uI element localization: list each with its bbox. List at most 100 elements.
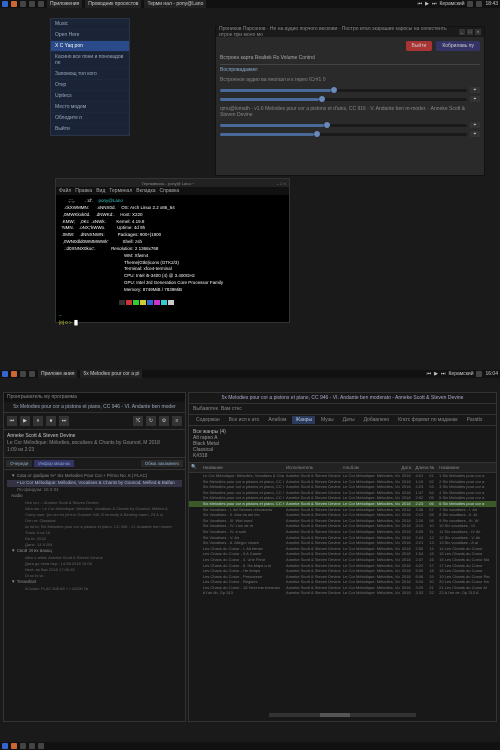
close-icon[interactable]: × — [284, 181, 286, 186]
tab-queue[interactable]: Очереди — [6, 460, 32, 467]
maximize-icon[interactable]: □ — [280, 181, 282, 186]
equalizer-icon[interactable]: ≡ — [172, 416, 182, 426]
app-icon[interactable] — [20, 743, 26, 749]
col-num[interactable]: № — [427, 464, 437, 471]
app-icon[interactable] — [20, 371, 26, 377]
app-icon[interactable] — [29, 743, 35, 749]
menu-item[interactable]: Open Here — [51, 30, 129, 41]
app-icon[interactable] — [11, 743, 17, 749]
tab-content[interactable]: Содержан — [193, 416, 223, 424]
app-icon[interactable] — [29, 371, 35, 377]
tab-format[interactable]: Кгатс формат по маданак — [395, 416, 460, 424]
app-icon[interactable] — [11, 1, 17, 7]
menu-view[interactable]: Вид — [96, 188, 105, 194]
filter-item[interactable]: K#318 — [193, 453, 492, 459]
tab-albums[interactable]: Алабом — [265, 416, 289, 424]
toolbar-lib[interactable]: Выбавотек — [193, 406, 218, 412]
titlebar[interactable]: Проигрыватель му программа — [4, 393, 185, 402]
search-icon[interactable]: 🔍 — [191, 464, 201, 471]
tab-dates[interactable]: Даты — [340, 416, 358, 424]
tray-icon[interactable] — [467, 1, 473, 7]
start-icon[interactable] — [2, 743, 8, 749]
tab-info[interactable]: Инфор машнок — [34, 460, 74, 467]
menu-item[interactable]: Место модом — [51, 102, 129, 113]
clock[interactable]: 18:43 — [485, 1, 498, 7]
lock-icon[interactable]: ⏷ — [470, 96, 480, 102]
exit-button[interactable]: Выйти — [406, 41, 433, 51]
volume-slider-app-l[interactable] — [220, 124, 467, 127]
col-length[interactable]: Длина — [413, 464, 427, 471]
tree-section[interactable]: ▼ Свой Этих вающ — [7, 548, 182, 555]
tray-icon[interactable] — [476, 371, 482, 377]
volume-slider-l[interactable] — [220, 89, 467, 92]
media-play-icon[interactable]: ▶ — [434, 371, 438, 377]
info-tree[interactable]: ▼ Cata от фабрик %* Six Melodies Pour Co… — [4, 470, 185, 595]
app-icon[interactable] — [38, 1, 44, 7]
app-icon[interactable] — [38, 743, 44, 749]
volume-slider-r[interactable] — [220, 98, 467, 101]
minimize-icon[interactable]: _ — [459, 29, 465, 35]
minimize-icon[interactable]: – — [277, 181, 279, 186]
titlebar[interactable]: Тернжввосы - pony@ Lano:~ – □ × — [56, 179, 289, 187]
media-next-icon[interactable]: ⏭ — [441, 371, 446, 377]
horizontal-scrollbar[interactable] — [269, 713, 416, 717]
toolbar-extras[interactable]: Вам стес — [221, 406, 242, 412]
stop-button[interactable]: ⏹ — [46, 416, 56, 426]
start-icon[interactable] — [2, 1, 8, 7]
menu-item-active[interactable]: X C Yaq pon — [51, 41, 129, 52]
tab-ratings[interactable]: Paratts — [464, 416, 486, 424]
menu-tabs[interactable]: Вкладка — [136, 188, 155, 194]
play-button[interactable]: ▶ — [20, 416, 30, 426]
volume-slider-app-r[interactable] — [220, 133, 467, 136]
search-button[interactable]: Обма эакакимез — [141, 460, 183, 467]
tray-label[interactable]: Керамский — [440, 1, 465, 7]
taskbar-tab[interactable]: Проводник просестов — [85, 0, 141, 8]
tree-album[interactable]: • Le Cor Mélodique: Mélodies, Vocalises … — [7, 480, 182, 487]
next-button[interactable]: ⏭ — [59, 416, 69, 426]
menu-item[interactable]: Upitecs — [51, 91, 129, 102]
menu-help[interactable]: Справка — [160, 188, 180, 194]
menu-item[interactable]: Выйти — [51, 124, 129, 135]
col-artist[interactable]: Исполнитель — [284, 464, 341, 471]
taskbar-tab[interactable]: Приложения — [47, 0, 82, 8]
col-album[interactable]: Альбом — [341, 464, 400, 471]
media-next-icon[interactable]: ⏭ — [432, 1, 437, 7]
taskbar-tab[interactable]: Приложе ания — [38, 370, 77, 378]
prev-button[interactable]: ⏮ — [7, 416, 17, 426]
lock-icon[interactable]: ⏷ — [470, 131, 480, 137]
col-year[interactable]: Дата — [399, 464, 413, 471]
media-prev-icon[interactable]: ⏮ — [418, 1, 423, 7]
media-play-icon[interactable]: ▶ — [425, 1, 429, 7]
menu-item[interactable]: Облодите п — [51, 113, 129, 124]
app-icon[interactable] — [20, 1, 26, 7]
repeat-icon[interactable]: ↻ — [146, 416, 156, 426]
col-title2[interactable]: Название — [437, 464, 494, 471]
clock[interactable]: 16:04 — [485, 371, 498, 377]
tree-root[interactable]: ▼ Cata от фабрик %* Six Melodies Pour Co… — [7, 473, 182, 480]
app-icon[interactable] — [29, 1, 35, 7]
pause-button[interactable]: ⏸ — [33, 416, 43, 426]
app-icon[interactable] — [11, 371, 17, 377]
col-title[interactable]: Название — [201, 464, 284, 471]
mute-icon[interactable]: ⏷ — [470, 87, 480, 93]
taskbar-tab[interactable]: 5х Melodies pour cor a pi — [80, 370, 142, 378]
maximize-icon[interactable]: □ — [467, 29, 473, 35]
table-row[interactable]: A l'air lib, Op 313Anneke Scott & Steven… — [189, 590, 496, 596]
close-icon[interactable]: × — [475, 29, 481, 35]
settings-icon[interactable]: ⚙ — [159, 416, 169, 426]
tree-section[interactable]: Audio — [7, 493, 182, 500]
menu-file[interactable]: Файл — [59, 188, 71, 194]
menu-item[interactable]: Откр — [51, 80, 129, 91]
tray-label[interactable]: Керамский — [449, 371, 474, 377]
mute-icon[interactable]: ⏷ — [470, 122, 480, 128]
media-prev-icon[interactable]: ⏮ — [427, 371, 432, 377]
terminal-output[interactable]: .;:;,. .:cl'. pony@Lano .ckXWMMN: .xNNX0… — [56, 195, 289, 330]
more-button[interactable]: Кобрилавь пу — [436, 41, 480, 51]
tab-added[interactable]: Добавлено — [361, 416, 393, 424]
tab-artists[interactable]: Все исп к ато — [226, 416, 263, 424]
start-icon[interactable] — [2, 371, 8, 377]
titlebar[interactable]: Проников Парсонов · Не на аудио порчого … — [216, 27, 484, 37]
tab-music[interactable]: Музы — [318, 416, 337, 424]
menu-edit[interactable]: Правка — [75, 188, 92, 194]
tray-icon[interactable] — [476, 1, 482, 7]
